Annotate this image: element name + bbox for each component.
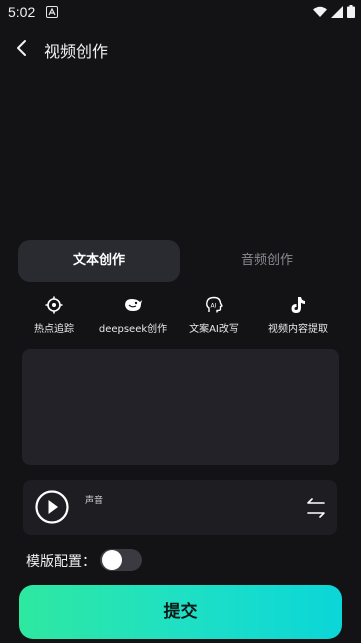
tool-deepseek[interactable]: deepseek创作 [92, 296, 174, 335]
ai-head-icon: AI [206, 296, 223, 313]
submit-button[interactable]: 提交 [19, 585, 342, 639]
tool-label: 文案AI改写 [189, 324, 239, 335]
tiktok-icon [291, 297, 305, 313]
creation-mode-tabs: 文本创作 音频创作 [18, 240, 344, 282]
crosshair-icon [45, 296, 63, 314]
tool-video-extract[interactable]: 视频内容提取 [260, 296, 336, 335]
tool-label: 视频内容提取 [268, 324, 328, 335]
script-text-input[interactable] [22, 349, 339, 465]
wifi-icon [313, 6, 327, 17]
tool-ai-rewrite[interactable]: AI 文案AI改写 [182, 296, 246, 335]
app-header: 视频创作 [0, 30, 361, 66]
status-time: 5:02 [8, 4, 36, 20]
battery-icon [347, 5, 355, 18]
deepseek-whale-icon [125, 299, 142, 311]
toggle-knob [102, 550, 122, 570]
signal-icon [331, 5, 343, 18]
status-bar: 5:02 [0, 0, 361, 24]
back-arrow-icon[interactable] [12, 38, 32, 58]
svg-text:AI: AI [211, 303, 217, 310]
page-title: 视频创作 [44, 42, 109, 61]
play-button-icon[interactable] [35, 490, 69, 524]
tool-hot-tracking[interactable]: 热点追踪 [24, 296, 84, 335]
swap-icon[interactable] [305, 497, 327, 519]
voice-panel: 声音 [23, 480, 337, 535]
template-config-label: 模版配置： [26, 554, 96, 570]
tool-row: 热点追踪 deepseek创作 AI 文案AI改写 视频内容提取 [18, 296, 344, 340]
tool-label: deepseek创作 [98, 324, 168, 335]
template-config-toggle[interactable] [100, 549, 142, 571]
tab-audio-creation[interactable]: 音频创作 [190, 240, 344, 282]
notification-icon [46, 6, 58, 18]
tab-text-creation[interactable]: 文本创作 [18, 240, 180, 282]
voice-label: 声音 [85, 496, 104, 506]
system-icons [313, 5, 355, 18]
tool-label: 热点追踪 [34, 324, 74, 335]
